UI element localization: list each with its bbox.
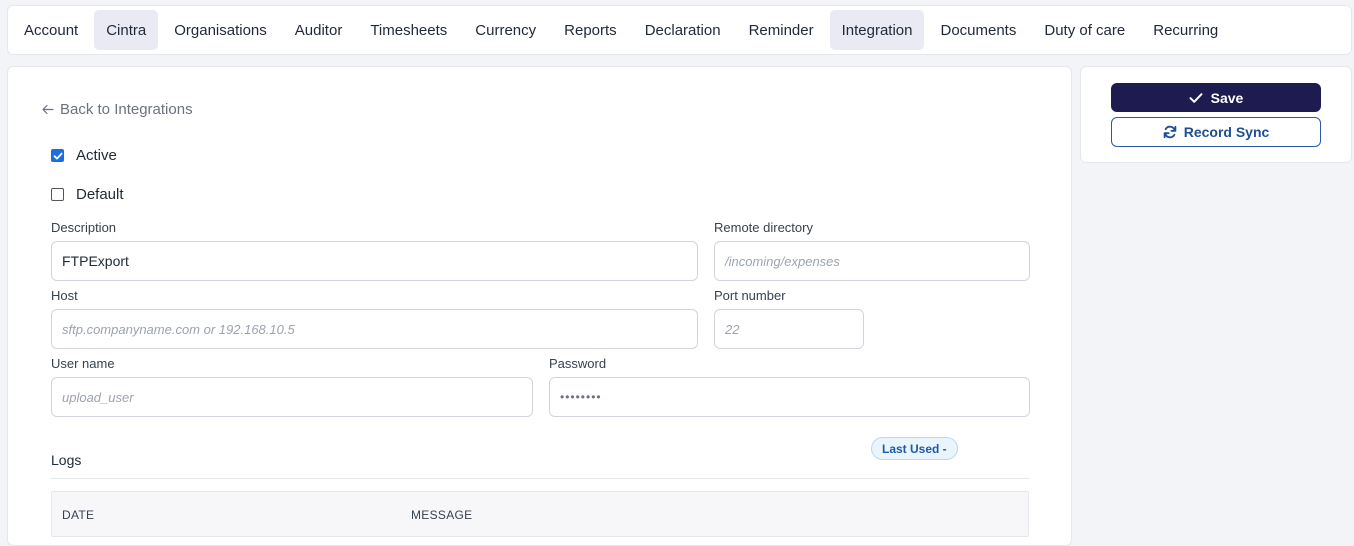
tab-reminder[interactable]: Reminder [737, 10, 826, 50]
active-label: Active [76, 147, 117, 164]
tab-recurring[interactable]: Recurring [1141, 10, 1230, 50]
column-header-date: DATE [62, 508, 95, 522]
tab-integration[interactable]: Integration [829, 10, 925, 50]
tab-timesheets[interactable]: Timesheets [358, 10, 459, 50]
last-used-badge: Last Used - [871, 437, 958, 460]
save-button-label: Save [1210, 89, 1244, 106]
tab-auditor[interactable]: Auditor [283, 10, 355, 50]
actions-card: Save Record Sync [1080, 66, 1352, 163]
username-input[interactable]: upload_user [51, 377, 533, 417]
active-checkbox[interactable] [51, 149, 64, 162]
remote-directory-input[interactable]: /incoming/expenses [714, 241, 1030, 281]
tab-organisations[interactable]: Organisations [162, 10, 279, 50]
save-button[interactable]: Save [1111, 83, 1321, 112]
description-input[interactable]: FTPExport [51, 241, 698, 281]
default-checkbox[interactable] [51, 188, 64, 201]
settings-tab-bar: Account Cintra Organisations Auditor Tim… [7, 5, 1352, 55]
record-sync-button-label: Record Sync [1183, 124, 1270, 140]
default-checkbox-row[interactable]: Default [51, 186, 124, 203]
tab-currency[interactable]: Currency [463, 10, 548, 50]
back-link-label: Back to Integrations [60, 101, 193, 118]
password-label: Password [549, 356, 607, 371]
check-icon [1189, 92, 1203, 103]
username-label: User name [51, 356, 115, 371]
tab-reports[interactable]: Reports [552, 10, 629, 50]
logs-divider [51, 478, 1029, 479]
tab-documents[interactable]: Documents [928, 10, 1028, 50]
record-sync-button[interactable]: Record Sync [1111, 117, 1321, 147]
back-to-integrations-link[interactable]: Back to Integrations [41, 101, 193, 118]
tab-cintra[interactable]: Cintra [94, 10, 159, 50]
active-checkbox-row[interactable]: Active [51, 147, 117, 164]
refresh-icon [1163, 125, 1177, 139]
default-label: Default [76, 186, 124, 203]
password-input[interactable]: •••••••• [549, 377, 1030, 417]
tab-declaration[interactable]: Declaration [633, 10, 733, 50]
tab-duty-of-care[interactable]: Duty of care [1032, 10, 1137, 50]
logs-title: Logs [51, 452, 82, 468]
port-number-input[interactable]: 22 [714, 309, 864, 349]
arrow-left-icon [42, 104, 54, 115]
logs-table-header: DATE MESSAGE [51, 491, 1029, 537]
column-header-message: MESSAGE [411, 508, 473, 522]
description-label: Description [51, 220, 117, 235]
tab-account[interactable]: Account [12, 10, 90, 50]
host-label: Host [51, 288, 78, 303]
integration-form-card: Back to Integrations Active Default Desc… [7, 66, 1072, 546]
host-input[interactable]: sftp.companyname.com or 192.168.10.5 [51, 309, 698, 349]
port-number-label: Port number [714, 288, 786, 303]
remote-directory-label: Remote directory [714, 220, 813, 235]
check-icon [53, 152, 62, 159]
